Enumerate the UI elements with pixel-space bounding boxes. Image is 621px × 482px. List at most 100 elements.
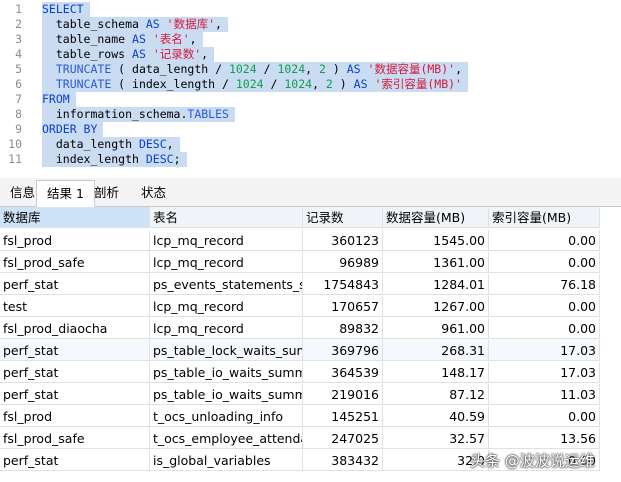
table-row[interactable]: fsl_prod_safet_ocs_employee_attendance24… (0, 428, 600, 450)
table-cell[interactable]: fsl_prod (0, 230, 150, 251)
table-row[interactable]: test lcp_mq_record 170657 1267.00 0.00 (0, 296, 600, 318)
table-cell[interactable]: 268.31 (383, 340, 489, 361)
table-cell[interactable]: fsl_prod_safe (0, 252, 150, 273)
code-line[interactable]: 11 index_length DESC; (0, 152, 621, 167)
line-number: 8 (15, 107, 22, 121)
table-cell[interactable]: 1754843 (303, 274, 383, 295)
table-cell[interactable]: 96989 (303, 252, 383, 273)
table-cell[interactable]: 170657 (303, 296, 383, 317)
code-line[interactable]: 3 table_name AS '表名', (0, 32, 621, 47)
table-cell[interactable]: 1361.00 (383, 252, 489, 273)
code-text: information_schema.TABLES (42, 107, 235, 122)
code-line[interactable]: 6 TRUNCATE ( index_length / 1024 / 1024,… (0, 77, 621, 92)
table-cell[interactable]: lcp_mq_record (150, 230, 303, 251)
code-token: '数据库' (166, 17, 216, 31)
table-cell[interactable]: test (0, 296, 150, 317)
table-cell[interactable]: 383432 (303, 450, 383, 471)
table-cell[interactable]: 76.18 (489, 274, 600, 295)
code-line[interactable]: 2 table_schema AS '数据库', (0, 17, 621, 32)
code-line[interactable]: 5 TRUNCATE ( data_length / 1024 / 1024, … (0, 62, 621, 77)
table-cell[interactable]: perf_stat (0, 274, 150, 295)
table-cell[interactable]: perf_stat (0, 362, 150, 383)
table-cell[interactable]: 0.00 (489, 318, 600, 339)
table-cell[interactable]: lcp_mq_record (150, 296, 303, 317)
table-cell[interactable]: 0.00 (489, 406, 600, 427)
table-cell[interactable]: 360123 (303, 230, 383, 251)
table-cell[interactable]: lcp_mq_record (150, 252, 303, 273)
table-row[interactable]: fsl_prod_safe lcp_mq_record 96989 1361.00 0.… (0, 252, 600, 274)
table-cell[interactable]: 17.03 (489, 362, 600, 383)
tab-status[interactable]: 状态 (131, 180, 176, 205)
code-token: ( index_length / (111, 77, 236, 91)
code-line[interactable]: 1 SELECT (0, 2, 621, 17)
table-cell[interactable]: ps_table_io_waits_summary (150, 384, 303, 405)
table-cell[interactable]: perf_stat (0, 384, 150, 405)
table-cell[interactable]: 369796 (303, 340, 383, 361)
table-cell[interactable]: perf_stat (0, 340, 150, 361)
code-token: 1024 (235, 77, 264, 91)
table-cell[interactable]: 0.00 (489, 252, 600, 273)
table-row[interactable]: fsl_prod lcp_mq_record 360123 1545.00 0.00 (0, 230, 600, 252)
table-cell[interactable]: perf_stat (0, 450, 150, 471)
column-header[interactable]: 索引容量(MB) (489, 207, 600, 228)
table-row[interactable]: perf_statps_table_io_waits_summary364539… (0, 362, 600, 384)
table-cell[interactable]: 17.03 (489, 340, 600, 361)
table-cell[interactable]: fsl_prod_diaocha (0, 318, 150, 339)
table-cell[interactable]: lcp_mq_record (150, 318, 303, 339)
table-cell[interactable]: 32.57 (383, 428, 489, 449)
table-cell[interactable]: 0.00 (489, 230, 600, 251)
table-cell[interactable]: ps_table_lock_waits_summary (150, 340, 303, 361)
code-token: 1024 (277, 62, 306, 76)
tab-profile[interactable]: 剖析 (84, 180, 129, 205)
table-cell[interactable]: 89832 (303, 318, 383, 339)
code-line[interactable]: 7 FROM (0, 92, 621, 107)
table-cell[interactable]: t_ocs_unloading_info (150, 406, 303, 427)
code-token: ) (325, 62, 347, 76)
table-cell[interactable]: ps_table_io_waits_summary (150, 362, 303, 383)
table-cell[interactable]: 961.00 (383, 318, 489, 339)
table-cell[interactable]: 87.12 (383, 384, 489, 405)
code-token: ) (332, 77, 354, 91)
table-cell[interactable]: 364539 (303, 362, 383, 383)
line-number: 7 (15, 92, 22, 106)
table-cell[interactable]: is_global_variables (150, 450, 303, 471)
table-row[interactable]: perf_statps_events_statements_summary175… (0, 274, 600, 296)
table-row[interactable]: fsl_prod_diaocha lcp_mq_record 89832 961.00… (0, 318, 600, 340)
table-row[interactable]: perf_statps_table_lock_waits_summary3697… (0, 340, 600, 362)
table-cell[interactable]: 13.56 (489, 428, 600, 449)
code-token: ORDER BY (42, 122, 98, 136)
code-line[interactable]: 9 ORDER BY (0, 122, 621, 137)
code-text: SELECT (42, 2, 90, 17)
column-header[interactable]: 记录数 (303, 207, 383, 228)
table-row[interactable]: perf_statps_table_io_waits_summary219016… (0, 384, 600, 406)
table-cell[interactable]: 145251 (303, 406, 383, 427)
table-row[interactable]: fsl_prod t_ocs_unloading_info 145251 40.59 0… (0, 406, 600, 428)
code-text: TRUNCATE ( index_length / 1024 / 1024, 2… (42, 77, 468, 92)
table-cell[interactable]: 40.59 (383, 406, 489, 427)
sql-editor[interactable]: 1 SELECT 2 table_schema AS '数据库', 3 table_n… (0, 0, 621, 175)
code-line[interactable]: 10 data_length DESC, (0, 137, 621, 152)
code-token: , (189, 32, 197, 46)
code-token: AS (145, 17, 160, 31)
code-line[interactable]: 4 table_rows AS '记录数', (0, 47, 621, 62)
column-header[interactable]: 数据库 (0, 207, 150, 228)
table-cell[interactable]: 219016 (303, 384, 383, 405)
table-cell[interactable]: t_ocs_employee_attendance (150, 428, 303, 449)
table-cell[interactable]: ps_events_statements_summary (150, 274, 303, 295)
column-header[interactable]: 表名 (150, 207, 303, 228)
table-cell[interactable]: 148.17 (383, 362, 489, 383)
table-cell[interactable]: 1267.00 (383, 296, 489, 317)
table-cell[interactable]: 1284.01 (383, 274, 489, 295)
table-cell[interactable]: fsl_prod (0, 406, 150, 427)
table-cell[interactable]: 11.03 (489, 384, 600, 405)
table-cell[interactable]: 0.00 (489, 296, 600, 317)
table-cell[interactable]: 1545.00 (383, 230, 489, 251)
code-token: AS (132, 47, 146, 61)
table-cell[interactable]: 247025 (303, 428, 383, 449)
table-cell[interactable]: fsl_prod_safe (0, 428, 150, 449)
column-header[interactable]: 数据容量(MB) (383, 207, 489, 228)
code-line[interactable]: 8 information_schema.TABLES (0, 107, 621, 122)
